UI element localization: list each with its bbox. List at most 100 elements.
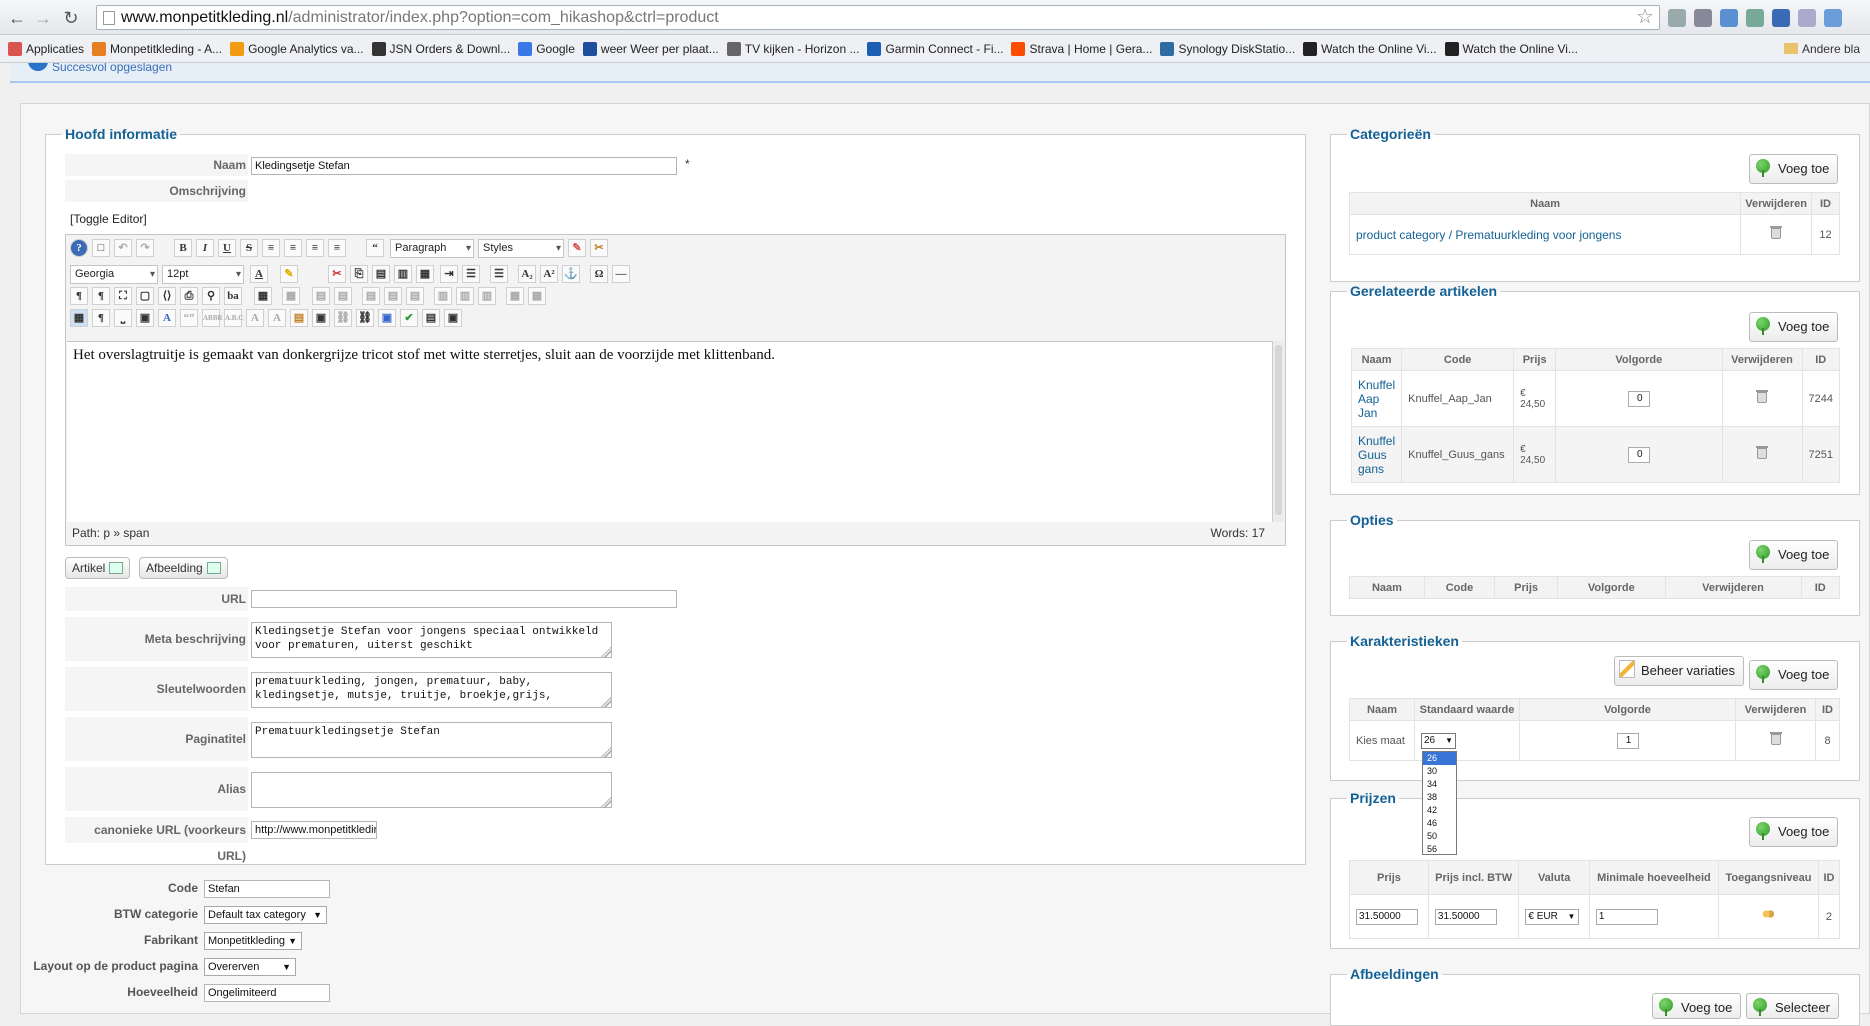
style-props-icon[interactable]: A [158,309,176,327]
alias-textarea[interactable] [251,772,612,808]
resize-grip[interactable] [601,697,611,707]
order-input[interactable]: 0 [1627,390,1650,407]
nonbreaking-icon[interactable]: ⎵ [114,309,132,327]
font-select[interactable]: Georgia [70,265,158,284]
dropdown-option[interactable]: 42 [1423,804,1456,817]
trash-icon[interactable] [1756,445,1769,459]
rtl-icon[interactable]: ¶ [92,287,110,305]
cut-icon[interactable]: ✂ [328,265,346,283]
fullscreen-icon[interactable]: ⛶ [114,287,132,305]
insert-col-after-icon[interactable]: ▥ [456,287,474,305]
dropdown-option[interactable]: 30 [1423,765,1456,778]
cell-props-icon[interactable]: ▤ [334,287,352,305]
add-related-button[interactable]: Voeg toe [1749,312,1839,342]
bullet-list-icon[interactable]: ☰ [490,265,508,283]
forward-arrow-icon[interactable]: → [32,7,54,29]
abbr-icon[interactable]: ABBR [202,309,222,327]
bookmark-item[interactable]: JSN Orders & Downl... [371,35,510,62]
btw-select[interactable]: Default tax category [204,906,327,924]
bookmark-item[interactable]: Google [518,35,575,62]
align-center-icon[interactable]: ≡ [284,239,302,257]
address-bar[interactable]: www.monpetitkleding.nl/administrator/ind… [96,5,1660,30]
paste-text-icon[interactable]: ▥ [394,265,412,283]
paste-word-icon[interactable]: ▦ [416,265,434,283]
visual-aid-icon[interactable]: ▦ [70,309,88,327]
media-icon[interactable]: ▣ [444,309,462,327]
new-document-icon[interactable]: □ [92,239,110,257]
fabrikant-select[interactable]: Monpetitkleding [204,932,302,950]
undo-icon[interactable]: ↶ [114,239,132,257]
paste-icon[interactable]: ▤ [372,265,390,283]
size-select[interactable]: 12pt [162,265,244,284]
replace-icon[interactable]: ba [224,287,242,305]
show-blocks-icon[interactable]: ¶ [92,309,110,327]
select-image-button[interactable]: Selecteer [1746,993,1839,1019]
highlight-icon[interactable]: ✎ [280,265,298,283]
manage-variations-button[interactable]: Beheer variaties [1614,656,1744,686]
special-char-icon[interactable]: Ω [590,265,608,283]
extension-icon[interactable] [1746,9,1764,27]
menu-icon[interactable] [1824,9,1842,27]
bookmark-item[interactable]: Watch the Online Vi... [1303,35,1437,62]
table-delete-icon[interactable]: ▦ [282,287,300,305]
spellcheck-icon[interactable]: ✔ [400,309,418,327]
template-icon[interactable]: ▤ [422,309,440,327]
add-image-button[interactable]: Voeg toe [1652,993,1742,1019]
trash-icon[interactable] [1769,731,1782,745]
insert-col-icon[interactable]: ▥ [434,287,452,305]
order-input[interactable]: 1 [1616,732,1639,749]
meta-description-textarea[interactable]: Kledingsetje Stefan voor jongens speciaa… [251,622,612,658]
align-justify-icon[interactable]: ≡ [262,239,280,257]
link-icon[interactable]: ⛓ [356,309,374,327]
underline-button[interactable]: U [218,239,236,257]
numbered-list-icon[interactable]: ☰ [462,265,480,283]
superscript-icon[interactable]: A² [540,265,558,283]
editor-scrollbar[interactable] [1272,341,1284,522]
dropdown-option[interactable]: 56 [1423,843,1456,856]
bookmark-item[interactable]: Garmin Connect - Fi... [867,35,1003,62]
layout-select[interactable]: Overerven [204,958,296,976]
resize-grip[interactable] [601,747,611,757]
delete-col-icon[interactable]: ▥ [478,287,496,305]
format-select[interactable]: Paragraph [390,239,474,258]
bookmark-item[interactable]: Strava | Home | Gera... [1011,35,1152,62]
back-arrow-icon[interactable]: ← [6,7,28,29]
split-cells-icon[interactable]: ▦ [506,287,524,305]
bookmark-item[interactable]: Monpetitkleding - A... [92,35,222,62]
extension-icon[interactable] [1694,9,1712,27]
canonical-url-input[interactable]: http://www.monpetitkledir [251,821,377,839]
order-input[interactable]: 0 [1627,446,1650,463]
bold-button[interactable]: B [174,239,192,257]
bookmark-item[interactable]: Google Analytics va... [230,35,364,62]
dropdown-option[interactable]: 34 [1423,778,1456,791]
styles-select[interactable]: Styles [478,239,564,258]
horizontal-rule-icon[interactable]: — [612,265,630,283]
add-option-button[interactable]: Voeg toe [1749,540,1839,570]
image-icon[interactable]: ▣ [378,309,396,327]
layer-icon[interactable]: ▣ [136,309,154,327]
default-value-select[interactable]: 26 ▼ [1421,732,1456,749]
find-icon[interactable]: ⚲ [202,287,220,305]
copy-icon[interactable]: ⎘ [350,265,368,283]
subscript-icon[interactable]: A₂ [518,265,536,283]
users-icon[interactable] [1762,910,1775,920]
page-title-textarea[interactable]: Prematuurkledingsetje Stefan [251,722,612,758]
price-input[interactable]: 31.50000 [1356,908,1418,925]
insert-image-icon[interactable]: ▣ [312,309,330,327]
del-icon[interactable]: A [246,309,264,327]
italic-button[interactable]: I [196,239,214,257]
eraser-icon[interactable]: ✎ [568,239,586,257]
dropdown-option[interactable]: 50 [1423,830,1456,843]
ltr-icon[interactable]: ¶ [70,287,88,305]
strikethrough-button[interactable]: S [240,239,258,257]
anchor-icon[interactable]: ⚓ [562,265,580,283]
add-characteristic-button[interactable]: Voeg toe [1749,660,1839,690]
text-color-icon[interactable]: A [250,265,268,283]
cite-icon[interactable]: “” [180,309,198,327]
blockquote-icon[interactable]: “ [366,239,384,257]
align-left-icon[interactable]: ≡ [306,239,324,257]
editor-content[interactable]: Het overslagtruitje is gemaakt van donke… [67,341,1273,522]
other-bookmarks[interactable]: Andere bla [1783,35,1860,62]
bookmark-item[interactable]: weer Weer per plaat... [582,35,719,62]
print-icon[interactable]: ⎙ [180,287,198,305]
